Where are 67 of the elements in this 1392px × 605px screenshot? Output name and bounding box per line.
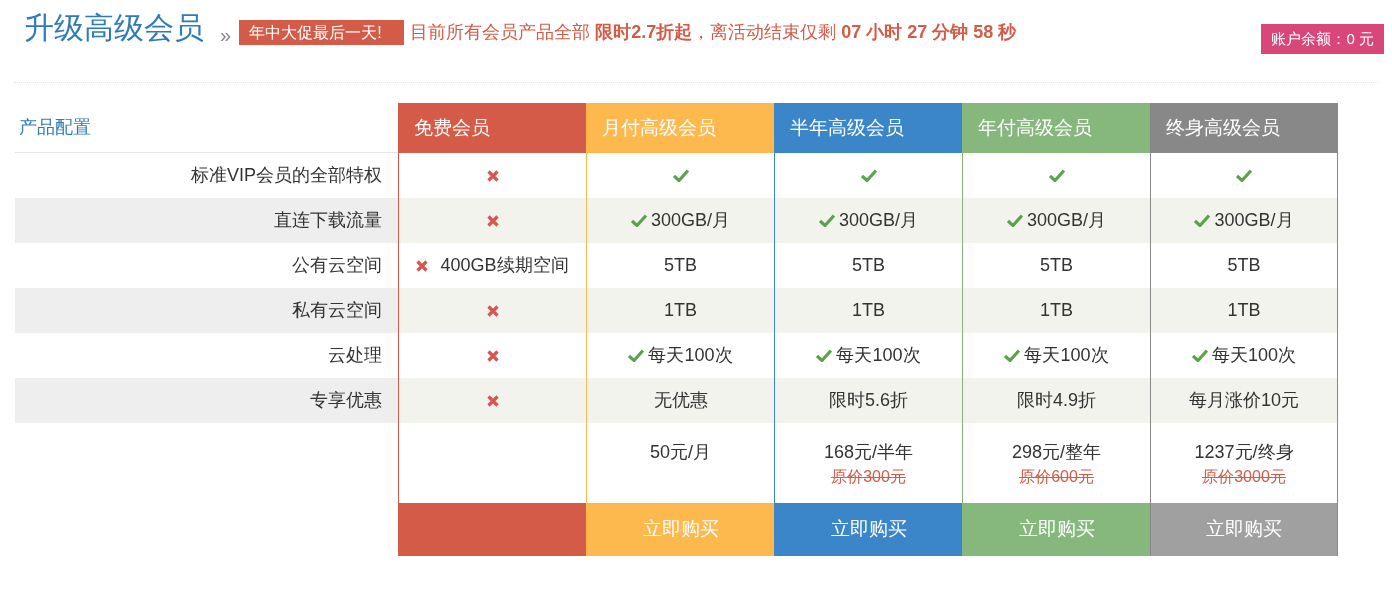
cell-text: 每天100次 — [1024, 344, 1109, 367]
cell-text: 300GB/月 — [650, 209, 730, 232]
cell-text: 1TB — [1040, 299, 1073, 322]
price: 168元/半年 — [823, 441, 913, 464]
cross-icon — [416, 259, 429, 272]
buy-button[interactable]: 立即购买 — [963, 503, 1150, 556]
cell-text: 每天100次 — [648, 344, 733, 367]
feature-label: 云处理 — [328, 344, 382, 367]
promo-text: 目前所有会员产品全部 限时2.7折起，离活动结束仅剩 07 小时 27 分钟 58 秒 — [410, 21, 1017, 44]
original-price: 原价300元 — [831, 467, 906, 487]
feature-label: 公有云空间 — [292, 254, 382, 277]
plan-header: 月付高级会员 — [587, 103, 774, 153]
cross-icon — [486, 349, 499, 362]
cell-text: 每天100次 — [836, 344, 921, 367]
cross-icon — [486, 169, 499, 182]
cell-text: 每月涨价10元 — [1189, 389, 1299, 412]
separator: » — [220, 23, 232, 48]
cell-text: 5TB — [664, 254, 697, 277]
buy-button[interactable]: 立即购买 — [1151, 503, 1337, 556]
cell-text: 1TB — [852, 299, 885, 322]
check-icon — [630, 214, 647, 227]
price: 298元/整年 — [1011, 441, 1101, 464]
plan-header: 免费会员 — [399, 103, 586, 153]
price: 1237元/终身 — [1194, 441, 1294, 464]
cell-text: 1TB — [664, 299, 697, 322]
cell-text: 300GB/月 — [1214, 209, 1294, 232]
check-icon — [1236, 169, 1252, 182]
cell-text: 300GB/月 — [1026, 209, 1106, 232]
check-icon — [1004, 349, 1021, 362]
price: 50元/月 — [650, 441, 711, 464]
cross-icon — [486, 304, 499, 317]
feature-label: 专享优惠 — [310, 389, 382, 412]
cell-text: 5TB — [1227, 254, 1261, 277]
check-icon — [1048, 169, 1065, 182]
cell-text: 1TB — [1227, 299, 1261, 322]
check-icon — [1191, 349, 1208, 362]
balance-badge: 账户余额：0 元 — [1261, 24, 1384, 54]
page-title: 升级高级会员 — [24, 10, 204, 46]
check-icon — [818, 214, 835, 227]
feature-label: 标准VIP会员的全部特权 — [191, 164, 382, 187]
cell-text: 5TB — [852, 254, 885, 277]
check-icon — [1006, 214, 1023, 227]
buy-button[interactable]: 立即购买 — [587, 503, 774, 556]
cell-text: 每天100次 — [1211, 344, 1296, 367]
plan-header: 半年高级会员 — [775, 103, 962, 153]
original-price: 原价600元 — [1019, 467, 1094, 487]
cell-text: 300GB/月 — [838, 209, 918, 232]
check-icon — [1194, 214, 1211, 227]
original-price: 原价3000元 — [1202, 467, 1286, 487]
feature-label: 私有云空间 — [292, 299, 382, 322]
cell-text: 5TB — [1040, 254, 1073, 277]
check-icon — [672, 169, 689, 182]
check-icon — [816, 349, 833, 362]
cell-text: 400GB续期空间 — [440, 254, 569, 277]
cross-icon — [486, 214, 499, 227]
cell-text: 无优惠 — [653, 389, 708, 412]
check-icon — [860, 169, 877, 182]
table-corner-label: 产品配置 — [19, 116, 91, 139]
feature-label: 直连下载流量 — [274, 209, 382, 232]
cross-icon — [486, 394, 499, 407]
cell-text: 限时5.6折 — [829, 389, 908, 412]
plan-header: 终身高级会员 — [1151, 103, 1337, 153]
buy-button[interactable]: 立即购买 — [775, 503, 962, 556]
check-icon — [628, 349, 645, 362]
promo-badge: 年中大促最后一天! — [239, 20, 405, 45]
plan-header: 年付高级会员 — [963, 103, 1150, 153]
cell-text: 限时4.9折 — [1017, 389, 1096, 412]
